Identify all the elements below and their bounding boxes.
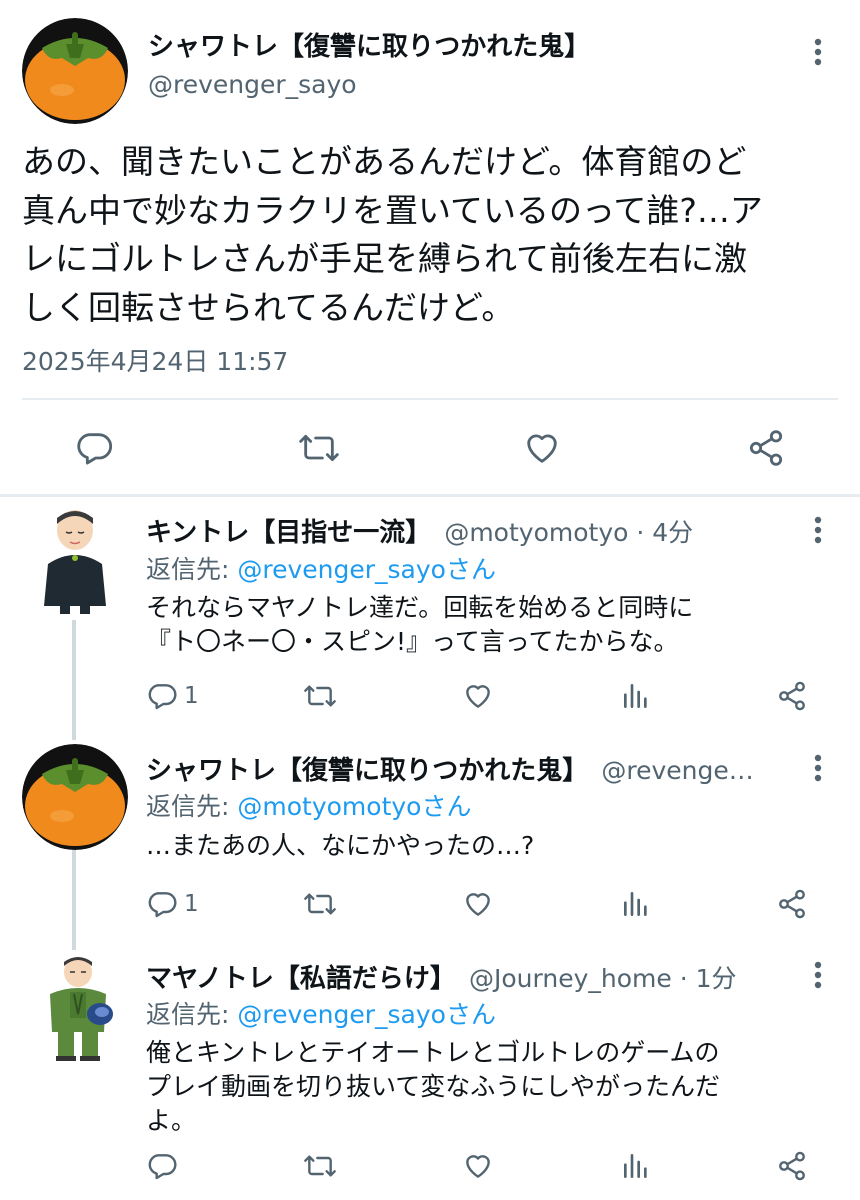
- author-name[interactable]: シャワトレ【復讐に取りつかれた鬼】: [146, 756, 588, 786]
- avatar[interactable]: [22, 744, 128, 850]
- retweet-button[interactable]: [302, 680, 338, 712]
- like-button[interactable]: [462, 680, 494, 712]
- reply-text: 俺とキントレとテイオートレとゴルトレのゲームの プレイ動画を切り抜いて変なふうに…: [146, 1036, 720, 1138]
- reply-header: キントレ【目指せ一流】 @motyomotyo · 4分: [146, 512, 693, 549]
- more-vertical-icon: [814, 38, 822, 66]
- reply-to: 返信先: @motyomotyoさん: [146, 787, 471, 823]
- author-handle[interactable]: @revenger_sayo: [148, 70, 357, 99]
- like-icon: [462, 680, 494, 712]
- reply-text-line: …またあの人、なにかやったの…?: [146, 831, 535, 860]
- avatar[interactable]: [22, 18, 128, 124]
- retweet-button[interactable]: [302, 1150, 338, 1182]
- share-icon: [746, 428, 786, 468]
- reply-button[interactable]: 1: [146, 680, 199, 712]
- reply-header: マヤノトレ【私語だらけ】 @Journey_home · 1分: [146, 958, 737, 995]
- views-icon: [620, 888, 652, 920]
- author-handle[interactable]: @revenge…: [601, 756, 753, 785]
- thread-line: [72, 850, 76, 950]
- views-icon: [620, 1150, 652, 1182]
- author-handle[interactable]: @motyomotyo · 4分: [444, 518, 693, 547]
- retweet-icon: [302, 680, 338, 712]
- more-options-button[interactable]: [798, 32, 838, 72]
- reply-text: …またあの人、なにかやったの…?: [146, 829, 534, 863]
- thread-line: [72, 620, 76, 740]
- share-icon: [776, 888, 808, 920]
- share-icon: [776, 680, 808, 712]
- more-options-button[interactable]: [798, 510, 838, 550]
- views-button[interactable]: [620, 1150, 652, 1182]
- reply-icon: [146, 1150, 178, 1182]
- share-button[interactable]: [776, 1150, 808, 1182]
- divider: [22, 398, 838, 400]
- reply-to-mention[interactable]: @motyomotyoさん: [237, 792, 471, 821]
- reply-to: 返信先: @revenger_sayoさん: [146, 550, 496, 586]
- reply-count: 1: [184, 683, 199, 709]
- share-button[interactable]: [776, 680, 808, 712]
- reply-text-line: プレイ動画を切り抜いて変なふうにしやがったんだ: [146, 1072, 721, 1101]
- reply-to: 返信先: @revenger_sayoさん: [146, 995, 496, 1031]
- reply-to-label: 返信先:: [146, 792, 238, 821]
- like-icon: [462, 888, 494, 920]
- like-icon: [462, 1150, 494, 1182]
- author-name[interactable]: マヤノトレ【私語だらけ】: [146, 964, 456, 994]
- tweet-text-line: あの、聞きたいことがあるんだけど。体育館のど: [22, 142, 747, 181]
- more-options-button[interactable]: [798, 748, 838, 788]
- reply-header: シャワトレ【復讐に取りつかれた鬼】 @revenge…: [146, 750, 754, 787]
- like-icon: [522, 428, 562, 468]
- share-icon: [776, 1150, 808, 1182]
- reply-to-label: 返信先:: [146, 555, 238, 584]
- retweet-icon: [297, 428, 341, 468]
- views-icon: [620, 680, 652, 712]
- more-options-button[interactable]: [798, 955, 838, 995]
- retweet-button[interactable]: [302, 888, 338, 920]
- reply-text-line: よ。: [146, 1106, 197, 1135]
- reply-button[interactable]: [146, 1150, 184, 1182]
- retweet-icon: [302, 1150, 338, 1182]
- author-name[interactable]: キントレ【目指せ一流】: [146, 518, 431, 548]
- avatar[interactable]: [30, 506, 120, 616]
- views-button[interactable]: [620, 680, 652, 712]
- tweet-text-line: しく回転させられてるんだけど。: [22, 287, 515, 327]
- share-button[interactable]: [776, 888, 808, 920]
- reply-to-mention[interactable]: @revenger_sayoさん: [237, 1000, 496, 1029]
- reply-icon: [146, 680, 178, 712]
- more-vertical-icon: [814, 961, 822, 989]
- retweet-icon: [302, 888, 338, 920]
- tweet-text-line: 真ん中で妙なカラクリを置いているのって誰?…ア: [22, 190, 763, 230]
- like-button[interactable]: [522, 428, 562, 468]
- reply-text-line: 俺とキントレとテイオートレとゴルトレのゲームの: [146, 1038, 720, 1067]
- views-button[interactable]: [620, 888, 652, 920]
- reply-text-line: 『ト〇ネー〇・スピン!』って言ってたからな。: [146, 627, 679, 656]
- more-vertical-icon: [814, 754, 822, 782]
- like-button[interactable]: [462, 888, 494, 920]
- reply-to-mention[interactable]: @revenger_sayoさん: [237, 555, 496, 584]
- like-button[interactable]: [462, 1150, 494, 1182]
- reply-button[interactable]: 1: [146, 888, 199, 920]
- tweet-text: あの、聞きたいことがあるんだけど。体育館のど 真ん中で妙なカラクリを置いているの…: [22, 138, 852, 332]
- reply-icon: [146, 888, 178, 920]
- reply-button[interactable]: [74, 428, 114, 468]
- author-handle[interactable]: @Journey_home · 1分: [469, 964, 737, 993]
- share-button[interactable]: [746, 428, 786, 468]
- reply-count: 1: [184, 891, 199, 917]
- reply-text: それならマヤノトレ達だ。回転を始めると同時に 『ト〇ネー〇・スピン!』って言って…: [146, 591, 693, 659]
- reply-text-line: それならマヤノトレ達だ。回転を始めると同時に: [146, 593, 694, 622]
- author-name[interactable]: シャワトレ【復讐に取りつかれた鬼】: [148, 26, 590, 63]
- reply-icon: [74, 428, 114, 468]
- avatar[interactable]: [36, 952, 120, 1062]
- more-vertical-icon: [814, 516, 822, 544]
- tweet-timestamp[interactable]: 2025年4月24日 11:57: [22, 342, 288, 378]
- tweet-text-line: レにゴルトレさんが手足を縛られて前後左右に激: [22, 239, 748, 278]
- retweet-button[interactable]: [297, 428, 341, 468]
- section-divider: [0, 494, 860, 497]
- reply-to-label: 返信先:: [146, 1000, 238, 1029]
